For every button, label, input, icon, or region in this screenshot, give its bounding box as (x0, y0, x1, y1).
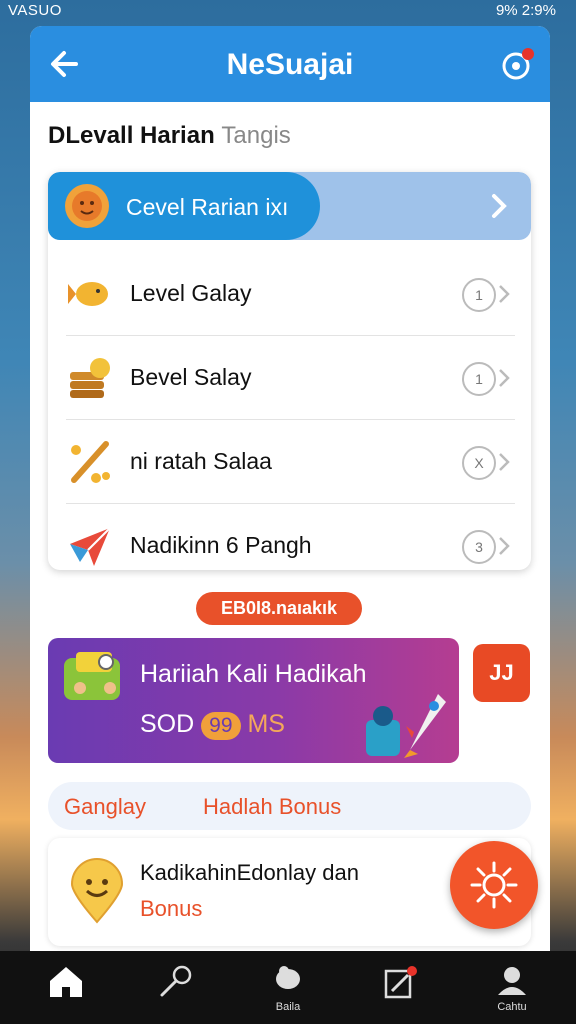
chevron-right-icon (499, 285, 510, 303)
promo-prefix: SOD (140, 710, 195, 738)
status-right: 9% 2:9% (495, 2, 556, 19)
tab-bonus[interactable]: Hadlah Bonus (203, 794, 341, 820)
rocket-icon (366, 694, 446, 758)
coins-icon (276, 966, 300, 989)
chevron-right-icon (499, 369, 510, 387)
edit-icon (384, 966, 417, 999)
count-badge: X (462, 446, 496, 480)
floating-action-button[interactable] (450, 841, 538, 929)
side-action-button[interactable]: JJ (473, 644, 530, 702)
microphone-icon (160, 965, 192, 997)
coins-icon (70, 358, 110, 398)
highlight-label: Cevel Rarian ixı (126, 194, 289, 220)
promo-subline: SOD 99 MS (140, 710, 285, 740)
bonus-line2: Bonus (140, 896, 203, 921)
nav-home[interactable] (36, 965, 96, 1015)
promo-title: Hariiah Kali Hadikah (140, 660, 367, 688)
main-card: NeSuajai DLevall Harian Tangis Cevel Rar… (30, 26, 550, 951)
heading-subtitle: Tangis (221, 122, 291, 149)
smiley-pin-icon (70, 858, 124, 924)
highlight-item[interactable]: Cevel Rarian ixı (48, 172, 531, 240)
list-item[interactable]: Nadikinn 6 Pangh 3 (48, 504, 531, 570)
chevron-right-icon (492, 194, 507, 218)
count-badge: 3 (462, 530, 496, 564)
home-icon (50, 967, 82, 997)
app-bar: NeSuajai (30, 26, 550, 102)
nav-coins[interactable]: Baila (258, 965, 318, 1015)
bonus-line1: KadikahinEdonlay dan (140, 860, 359, 885)
nav-label: Cahtu (497, 1001, 527, 1013)
promo-pill[interactable]: EB0I8.naıakık (196, 592, 362, 625)
status-bar: VASUO 9% 2:9% (0, 0, 576, 26)
nav-edit[interactable] (370, 965, 430, 1015)
list-item[interactable]: Level Galay 1 (48, 252, 531, 336)
stick-coins-icon (71, 441, 110, 483)
nav-label: Baila (275, 1001, 301, 1013)
carrier-label: VASUO (8, 2, 62, 19)
sun-face-icon (65, 184, 109, 228)
tab-ganglay[interactable]: Ganglay (64, 794, 146, 820)
chevron-right-icon (499, 453, 510, 471)
list-item[interactable]: Bevel Salay 1 (48, 336, 531, 420)
list-item-label: Nadikinn 6 Pangh (130, 532, 312, 558)
gear-icon[interactable] (498, 46, 536, 84)
page-title: NeSuajai (226, 48, 354, 81)
chevron-right-icon (499, 537, 510, 555)
nav-profile[interactable]: Cahtu (482, 965, 542, 1015)
profile-icon (498, 967, 526, 995)
list-item-label: Bevel Salay (130, 364, 252, 390)
count-badge: 1 (462, 362, 496, 396)
level-list: Cevel Rarian ixı Level Galay 1 Bevel Sal… (48, 172, 531, 570)
nav-mic[interactable] (146, 965, 206, 1015)
list-item[interactable]: ni ratah Salaa X (48, 420, 531, 504)
burst-icon (470, 861, 518, 909)
bottom-nav: Baila Cahtu (0, 951, 576, 1024)
promo-suffix: MS (247, 710, 285, 738)
fish-icon (68, 282, 108, 306)
bonus-tabs: Ganglay Hadlah Bonus (48, 782, 531, 830)
paper-plane-icon (70, 527, 111, 566)
promo-banner[interactable]: Hariiah Kali Hadikah SOD 99 MS (48, 638, 459, 763)
wallet-icon (64, 652, 120, 700)
count-badge: 1 (462, 278, 496, 312)
heading-title: DLevall Harian (48, 122, 215, 149)
list-item-label: ni ratah Salaa (130, 448, 272, 474)
list-item-label: Level Galay (130, 280, 252, 306)
promo-badge: 99 (201, 712, 241, 740)
section-heading: DLevall Harian Tangis (48, 122, 291, 150)
